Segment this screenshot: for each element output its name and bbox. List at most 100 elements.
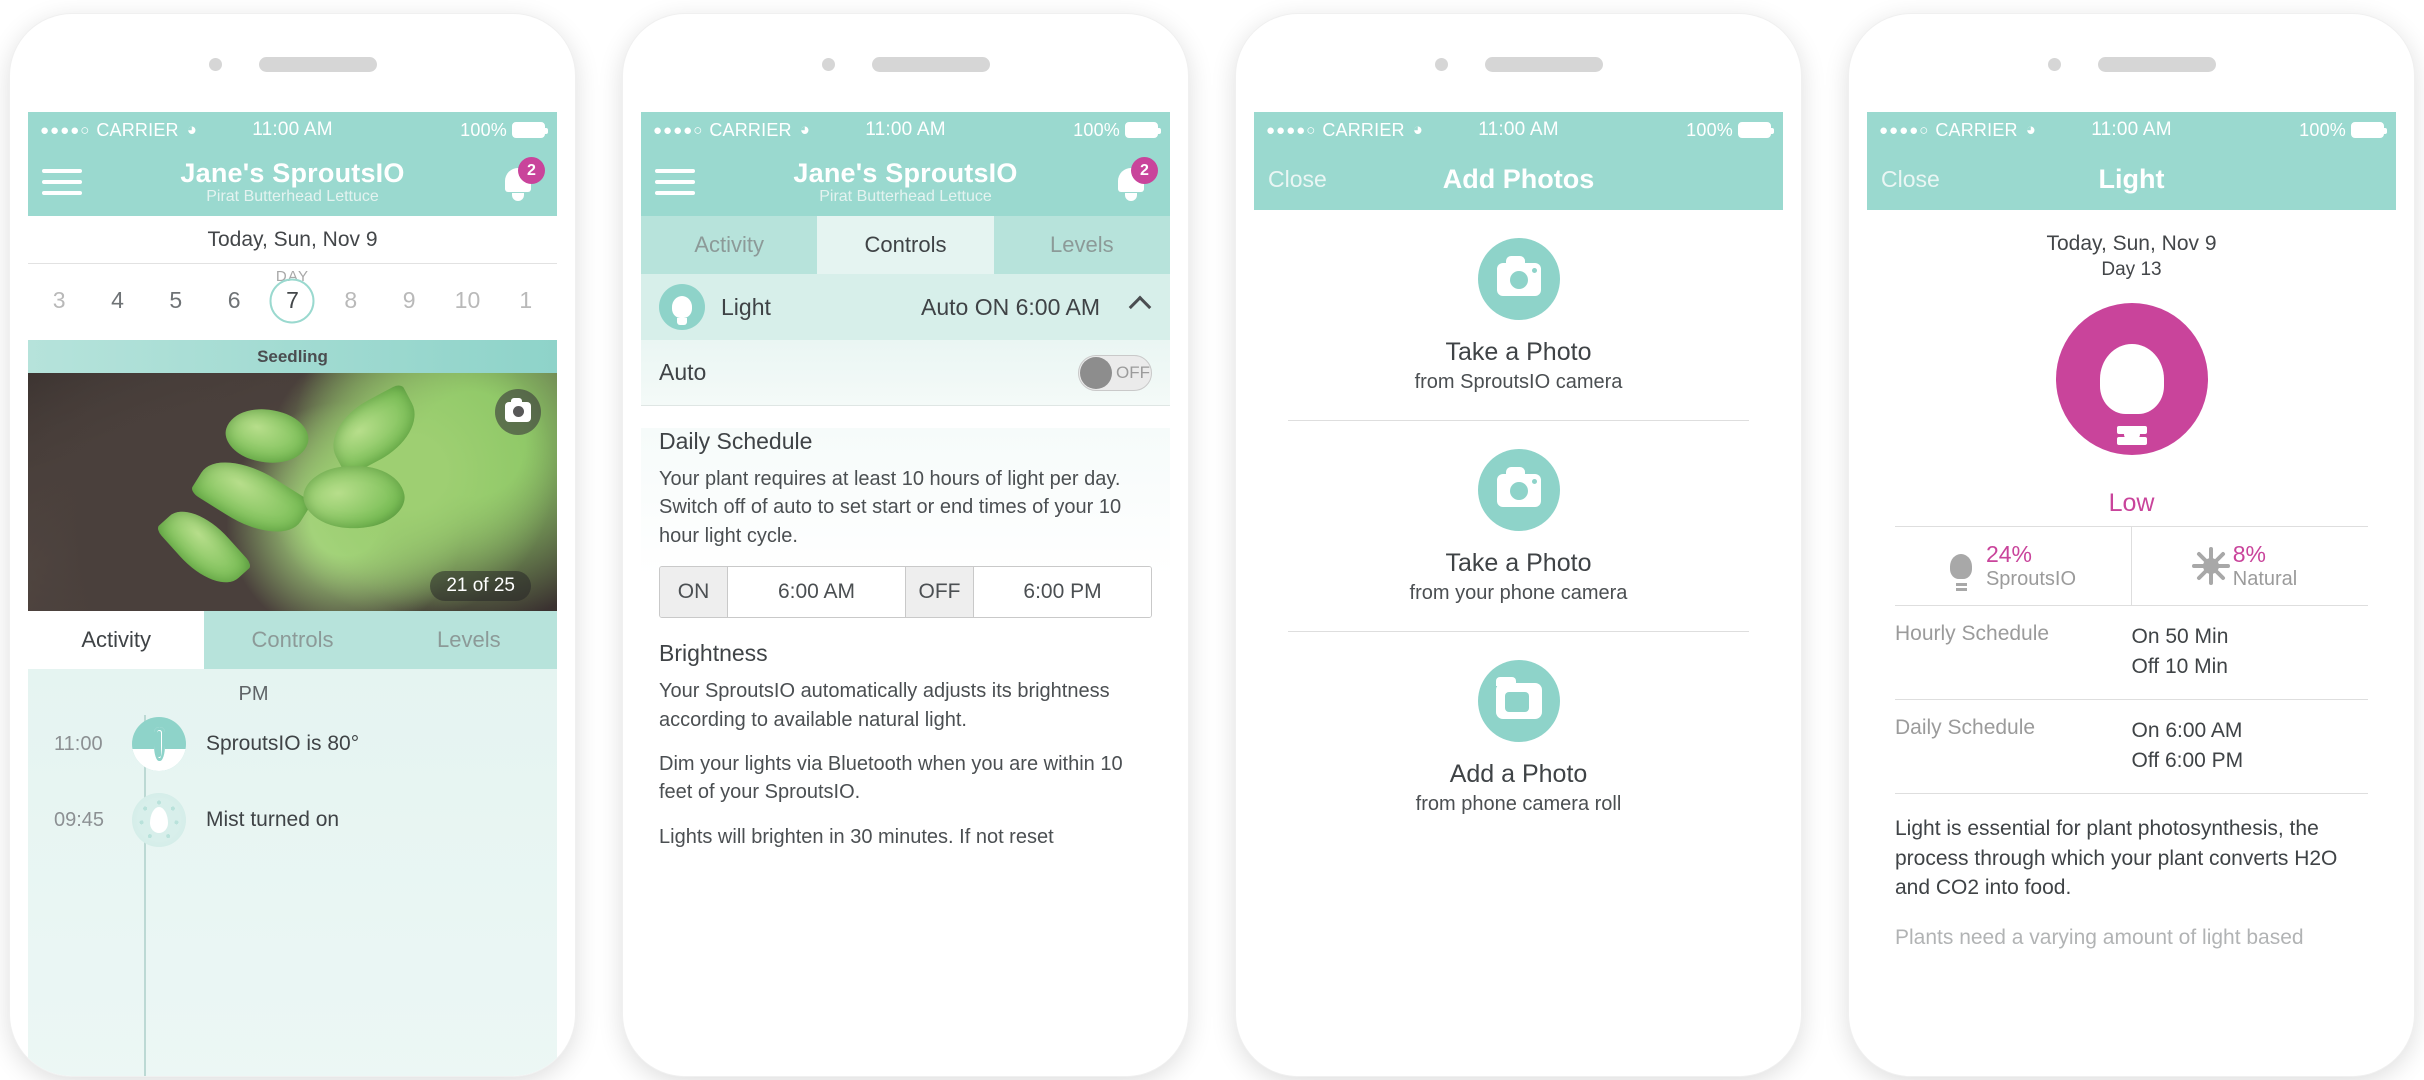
option-subtitle: from phone camera roll	[1415, 793, 1622, 815]
day-item[interactable]: 6	[205, 287, 263, 314]
daily-schedule-heading: Daily Schedule	[659, 428, 813, 454]
activity-text: SproutsIO is 80°	[206, 732, 360, 755]
status-bar-right: 100%	[1073, 119, 1161, 141]
page-title: Jane's SproutsIO	[180, 158, 405, 188]
toggle-knob	[1080, 356, 1112, 389]
nav-title-group: Light	[1867, 164, 2396, 195]
photo-counter: 21 of 25	[430, 571, 531, 601]
auto-toggle[interactable]: OFF	[1078, 354, 1152, 391]
nav-title-group: Add Photos	[1254, 164, 1783, 195]
front-camera-dot	[821, 58, 835, 71]
signal-dots-icon: ●●●●○	[40, 121, 91, 139]
toggle-state-label: OFF	[1116, 362, 1150, 382]
tab-activity[interactable]: Activity	[28, 611, 205, 669]
chevron-up-icon[interactable]	[1128, 295, 1152, 319]
phone-3-add-photos: ●●●●○ CARRIER ◕ 11:00 AM 100% Close Add …	[1236, 14, 1801, 1076]
camera-icon[interactable]	[495, 389, 541, 435]
status-bar-right: 100%	[460, 120, 548, 141]
activity-time: 11:00	[54, 732, 103, 755]
wifi-icon: ◕	[186, 120, 198, 139]
close-button[interactable]: Close	[1881, 166, 1940, 193]
sun-icon	[2195, 551, 2226, 581]
day-item[interactable]: 4	[88, 287, 146, 314]
phone-4-bezel	[1849, 14, 2414, 112]
carrier-label: CARRIER	[96, 119, 179, 140]
tab-levels[interactable]: Levels	[994, 216, 1170, 274]
tab-controls[interactable]: Controls	[817, 216, 994, 274]
page-title: Jane's SproutsIO	[793, 158, 1018, 188]
tab-levels[interactable]: Levels	[381, 611, 557, 669]
hourly-schedule-row: Hourly Schedule On 50 Min Off 10 Min	[1895, 606, 2368, 700]
activity-time: 09:45	[54, 808, 105, 831]
day-item[interactable]: 10	[438, 287, 496, 314]
earpiece-speaker	[2097, 57, 2216, 72]
option-phone-camera[interactable]: Take a Photo from your phone camera	[1288, 421, 1749, 632]
battery-percent: 100%	[1073, 119, 1120, 140]
stat-value: 24%	[1985, 541, 2033, 567]
nav-title-group: Jane's SproutsIO Pirat Butterhead Lettuc…	[28, 158, 557, 206]
lightbulb-glyph	[2099, 344, 2164, 441]
bell-icon[interactable]: 2	[499, 157, 545, 204]
brightness-heading: Brightness	[659, 640, 768, 667]
light-header: Today, Sun, Nov 9 Day 13	[1867, 210, 2396, 281]
hamburger-icon[interactable]	[42, 169, 82, 195]
status-bar-right: 100%	[1686, 120, 1774, 141]
phone-2-controls: ●●●●○ CARRIER ◕ 11:00 AM 100% Jane's Spr…	[623, 14, 1188, 1076]
phone-4-light-detail: ●●●●○ CARRIER ◕ 11:00 AM 100% Close Ligh…	[1849, 14, 2414, 1076]
battery-icon	[1125, 122, 1161, 138]
auto-toggle-row[interactable]: Auto OFF	[641, 340, 1170, 406]
notification-badge: 2	[1131, 157, 1158, 184]
list-item[interactable]: 11:00 SproutsIO is 80°	[28, 706, 557, 782]
activity-text: Mist turned on	[206, 808, 340, 831]
camera-glyph	[505, 398, 531, 422]
phone-1-home: ●●●●○ CARRIER ◕ 11:00 AM 100% Jane's Spr…	[10, 14, 575, 1076]
light-control-header[interactable]: Light Auto ON 6:00 AM	[641, 274, 1170, 340]
activity-list: PM 11:00 SproutsIO is 80° 09:45 Mist tur…	[28, 669, 557, 1076]
list-item[interactable]: 09:45 Mist turned on	[28, 782, 557, 858]
camera-icon	[1477, 238, 1560, 320]
hamburger-icon[interactable]	[655, 169, 695, 195]
front-camera-dot	[2047, 58, 2061, 71]
close-button[interactable]: Close	[1268, 166, 1327, 193]
bell-icon[interactable]: 2	[1112, 157, 1158, 204]
lightbulb-icon	[1949, 553, 1972, 586]
page-title: Add Photos	[1442, 163, 1595, 194]
schedule-off: Off 10 Min	[2131, 655, 2229, 679]
option-camera-roll[interactable]: Add a Photo from phone camera roll	[1288, 632, 1749, 842]
thermometer-glyph	[153, 727, 165, 761]
camera-glyph	[1496, 466, 1541, 507]
option-title: Take a Photo	[1445, 338, 1592, 366]
schedule-values: On 6:00 AM Off 6:00 PM	[2132, 716, 2244, 777]
day-item[interactable]: 8	[322, 287, 380, 314]
tab-bar[interactable]: Activity Controls Levels	[641, 216, 1170, 274]
schedule-on-label: ON	[660, 567, 728, 618]
day-item-selected[interactable]: 7	[263, 287, 321, 314]
schedule-on: On 50 Min	[2131, 625, 2229, 648]
day-item[interactable]: 3	[30, 287, 88, 314]
day-number-list[interactable]: 3 4 5 6 7 8 9 10 1	[28, 287, 557, 314]
tab-activity[interactable]: Activity	[641, 216, 817, 274]
option-sproutsio-camera[interactable]: Take a Photo from SproutsIO camera	[1288, 210, 1749, 421]
phone-1-bezel	[10, 14, 575, 112]
schedule-on-value[interactable]: 6:00 AM	[728, 567, 906, 618]
phone-mockup-stage: ●●●●○ CARRIER ◕ 11:00 AM 100% Jane's Spr…	[0, 0, 2424, 1080]
battery-icon	[512, 122, 548, 138]
schedule-input-group[interactable]: ON 6:00 AM OFF 6:00 PM	[659, 566, 1152, 619]
plant-photo[interactable]: 21 of 25	[28, 373, 557, 611]
lightbulb-icon	[659, 284, 705, 330]
today-date: Today, Sun, Nov 9	[28, 216, 557, 264]
light-paragraph-1: Light is essential for plant photosynthe…	[1895, 816, 2338, 900]
status-bar: ●●●●○ CARRIER ◕ 11:00 AM 100%	[28, 112, 557, 148]
page-subtitle: Pirat Butterhead Lettuce	[819, 188, 992, 205]
option-subtitle: from your phone camera	[1409, 582, 1628, 604]
day-item[interactable]: 5	[147, 287, 205, 314]
photo-roll-glyph	[1495, 677, 1542, 719]
stat-text-group: 8% Natural	[2233, 541, 2297, 591]
tab-bar[interactable]: Activity Controls Levels	[28, 611, 557, 669]
tab-controls[interactable]: Controls	[204, 611, 380, 669]
phone-2-bezel	[623, 14, 1188, 112]
day-selector[interactable]: DAY 3 4 5 6 7 8 9 10 1	[28, 264, 557, 340]
day-item[interactable]: 1	[497, 287, 555, 314]
day-item[interactable]: 9	[380, 287, 438, 314]
schedule-off-value[interactable]: 6:00 PM	[974, 567, 1151, 618]
